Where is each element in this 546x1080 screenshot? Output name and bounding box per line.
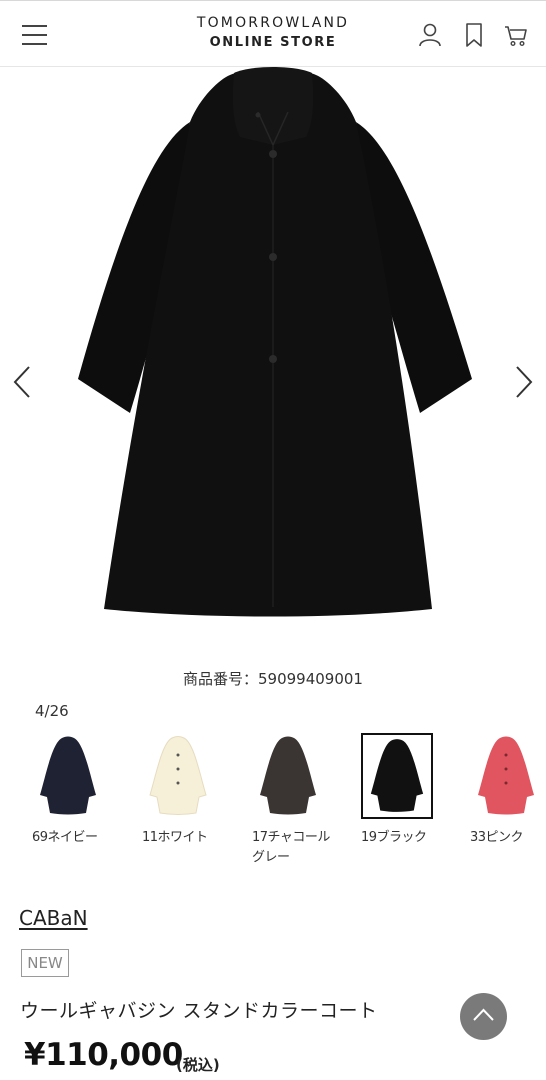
tax-note: (税込) <box>176 1056 220 1074</box>
scroll-to-top-button[interactable] <box>460 993 507 1040</box>
swatch-label: 11ホワイト <box>142 830 208 845</box>
color-swatches: 69ネイビー 11ホワイト 17チャコール グレー 19ブラック 33ピンク <box>0 733 546 873</box>
swatch-label: 19ブラック <box>361 830 427 845</box>
product-number: 商品番号：59099409001 <box>183 670 363 688</box>
color-swatch-black[interactable]: 19ブラック <box>361 733 441 848</box>
swatch-label-line-1: 17チャコール <box>252 830 330 845</box>
hamburger-menu-icon[interactable] <box>22 25 48 45</box>
new-badge: NEW <box>21 949 69 977</box>
bookmark-icon[interactable] <box>462 22 486 48</box>
cart-icon[interactable] <box>504 22 528 48</box>
user-icon[interactable] <box>418 22 442 48</box>
swatch-label-line-2: グレー <box>252 850 290 865</box>
image-counter: 4/26 <box>35 702 69 720</box>
swatch-label: 33ピンク <box>470 830 524 845</box>
logo-line-2: ONLINE STORE <box>209 35 337 50</box>
swatch-thumb <box>252 733 324 819</box>
site-logo[interactable]: TOMORROWLAND ONLINE STORE <box>173 15 373 52</box>
color-swatch-navy[interactable]: 69ネイビー <box>32 733 112 848</box>
coat-image <box>78 67 472 617</box>
brand-link[interactable]: CABaN <box>19 906 88 930</box>
swatch-thumb <box>470 733 542 819</box>
product-main-image[interactable] <box>0 67 546 652</box>
color-swatch-charcoal[interactable]: 17チャコール グレー <box>252 733 332 868</box>
swatch-thumb <box>142 733 214 819</box>
product-price: ¥110,000 <box>24 1037 183 1073</box>
swatch-thumb <box>361 733 433 819</box>
chevron-up-icon <box>473 1008 494 1021</box>
chevron-right-icon[interactable] <box>512 364 536 400</box>
color-swatch-white[interactable]: 11ホワイト <box>142 733 222 848</box>
site-header: TOMORROWLAND ONLINE STORE <box>0 0 546 67</box>
chevron-left-icon[interactable] <box>10 364 34 400</box>
swatch-label: 17チャコール グレー <box>252 828 332 868</box>
color-swatch-pink[interactable]: 33ピンク <box>470 733 546 848</box>
swatch-thumb <box>32 733 104 819</box>
product-name: ウールギャバジン スタンドカラーコート <box>20 1000 378 1022</box>
logo-line-1: TOMORROWLAND <box>196 15 350 31</box>
swatch-label: 69ネイビー <box>32 830 98 845</box>
